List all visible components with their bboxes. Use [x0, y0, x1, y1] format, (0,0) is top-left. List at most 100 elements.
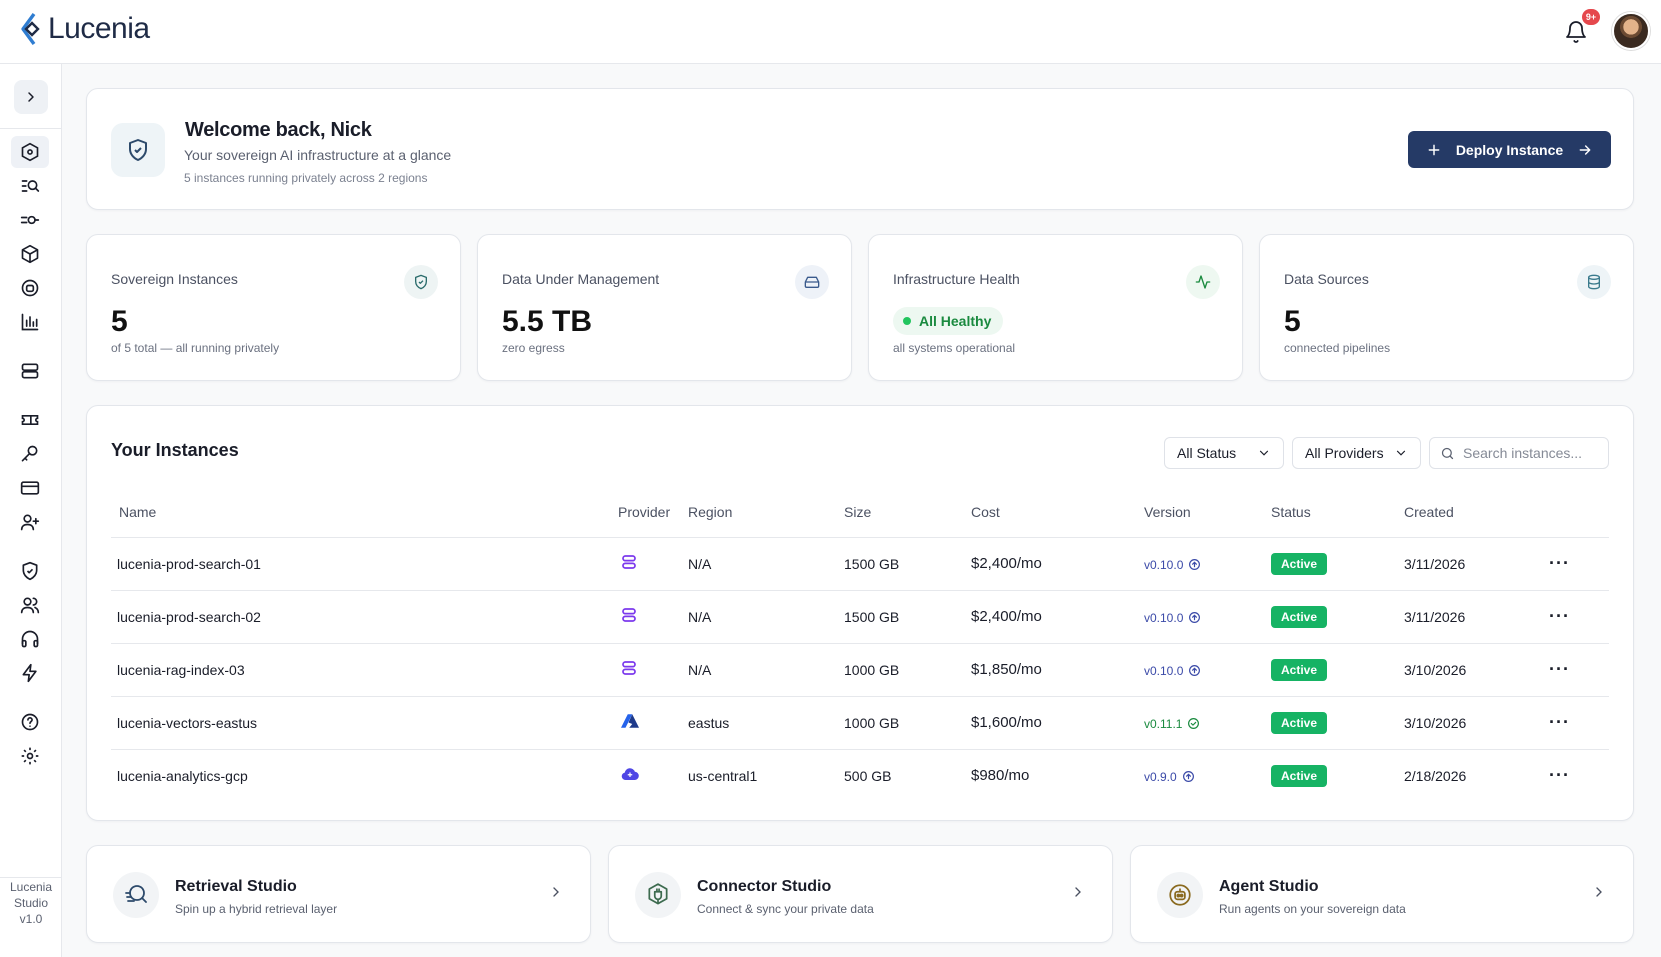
stat-label: Infrastructure Health: [893, 271, 1020, 287]
sidebar-item-pipelines[interactable]: [17, 207, 43, 233]
version-cell: v0.10.0: [1144, 590, 1271, 644]
sidebar-item-security[interactable]: [17, 558, 43, 584]
column-header[interactable]: Size: [844, 488, 971, 538]
size: 1000 GB: [844, 643, 971, 697]
table-row[interactable]: lucenia-vectors-eastus eastus 1000 GB $1…: [111, 696, 1609, 750]
instance-search[interactable]: [1429, 437, 1609, 469]
provider-cell: [618, 696, 688, 750]
sidebar-item-team[interactable]: [17, 592, 43, 618]
avatar[interactable]: [1612, 12, 1650, 50]
top-bar: Lucenia 9+: [0, 0, 1661, 64]
lucenia-icon: [622, 661, 636, 675]
search-icon: [1441, 447, 1454, 459]
studio-subtitle: Run agents on your sovereign data: [1219, 902, 1406, 916]
sidebar-item-models[interactable]: [17, 241, 43, 267]
provider-cell: [618, 643, 688, 697]
activity-icon: [1186, 265, 1220, 299]
region: us-central1: [688, 767, 758, 784]
database-icon: [1577, 265, 1611, 299]
sidebar-item-settings[interactable]: [17, 743, 43, 769]
provider-filter-select[interactable]: All Providers: [1292, 437, 1421, 469]
sidebar-item-invite[interactable]: [17, 509, 43, 535]
version-cell: v0.10.0: [1144, 643, 1271, 697]
deploy-instance-button[interactable]: Deploy Instance: [1408, 131, 1611, 168]
version-tag[interactable]: v0.10.0: [1144, 558, 1201, 572]
column-header[interactable]: Provider: [618, 488, 688, 538]
column-header[interactable]: Cost: [971, 488, 1144, 538]
arrow-right-icon: [1579, 144, 1591, 155]
gcp-icon: [621, 768, 639, 781]
sidebar-expand-button[interactable]: [14, 80, 48, 114]
row-actions-cell: ···: [1549, 537, 1609, 591]
column-header[interactable]: Status: [1271, 488, 1404, 538]
created: 3/10/2026: [1404, 643, 1549, 697]
sidebar-item-help[interactable]: [17, 709, 43, 735]
chevron-right-icon: [28, 92, 34, 102]
column-header[interactable]: Created: [1404, 488, 1549, 538]
instance-name[interactable]: lucenia-analytics-gcp: [111, 749, 618, 802]
column-header[interactable]: Name: [111, 488, 618, 538]
welcome-note: 5 instances running privately across 2 r…: [184, 171, 428, 185]
table-row[interactable]: lucenia-rag-index-03 N/A 1000 GB $1,850/…: [111, 643, 1609, 697]
status-badge: Active: [1271, 605, 1328, 628]
table-row[interactable]: lucenia-analytics-gcp us-central1 500 GB…: [111, 749, 1609, 802]
studio-title: Agent Studio: [1219, 878, 1319, 895]
bell-icon[interactable]: [1564, 20, 1588, 44]
status-filter-select[interactable]: All Status: [1164, 437, 1284, 469]
version-text: v0.10.0: [1144, 557, 1184, 572]
sidebar-item-dashboard[interactable]: [11, 136, 49, 168]
instances-card: Your Instances All Status All Providers …: [86, 405, 1634, 821]
column-header[interactable]: Version: [1144, 488, 1271, 538]
created: 3/11/2026: [1404, 537, 1549, 591]
sidebar-item-search[interactable]: [17, 173, 43, 199]
zap-icon: [22, 663, 37, 683]
more-actions-icon[interactable]: ···: [1549, 765, 1570, 785]
studio-card-agent[interactable]: Agent Studio Run agents on your sovereig…: [1130, 845, 1634, 943]
server-icon: [21, 363, 39, 379]
instances-table: Name Provider Region Size Cost Version S…: [111, 488, 1609, 802]
health-status-pill: All Healthy: [893, 307, 1004, 335]
stat-label: Data Under Management: [502, 271, 660, 287]
user-plus-icon: [20, 514, 40, 531]
studio-card-connector[interactable]: Connector Studio Connect & sync your pri…: [608, 845, 1113, 943]
instance-name[interactable]: lucenia-rag-index-03: [111, 643, 618, 697]
app-name: Lucenia: [48, 12, 150, 45]
check-circle-icon: [1188, 718, 1200, 729]
sidebar-footer: Lucenia Studio v1.0: [0, 879, 62, 927]
version-cell: v0.10.0: [1144, 537, 1271, 591]
version-tag[interactable]: v0.10.0: [1144, 611, 1201, 625]
sidebar-item-api-keys[interactable]: [17, 441, 43, 467]
stat-value: 5.5 TB: [502, 305, 593, 338]
table-row[interactable]: lucenia-prod-search-02 N/A 1500 GB $2,40…: [111, 590, 1609, 644]
lucenia-icon: [622, 608, 636, 622]
sidebar-item-agents[interactable]: [17, 275, 43, 301]
table-row[interactable]: lucenia-prod-search-01 N/A 1500 GB $2,40…: [111, 537, 1609, 591]
sidebar-item-analytics[interactable]: [17, 309, 43, 335]
more-actions-icon[interactable]: ···: [1549, 659, 1570, 679]
sidebar-item-support[interactable]: [17, 626, 43, 652]
sidebar-item-servers[interactable]: [17, 358, 43, 384]
more-actions-icon[interactable]: ···: [1549, 553, 1570, 573]
search-input[interactable]: [1463, 445, 1593, 461]
sidebar-item-tickets[interactable]: [17, 407, 43, 433]
more-actions-icon[interactable]: ···: [1549, 712, 1570, 732]
sidebar-item-billing[interactable]: [17, 475, 43, 501]
column-header[interactable]: Region: [688, 488, 844, 538]
studio-card-retrieval[interactable]: Retrieval Studio Spin up a hybrid retrie…: [86, 845, 591, 943]
sidebar-item-integrations[interactable]: [17, 660, 43, 686]
status-cell: Active: [1271, 749, 1404, 802]
pipeline-icon: [20, 215, 40, 225]
instance-name[interactable]: lucenia-prod-search-02: [111, 590, 618, 644]
instance-name[interactable]: lucenia-prod-search-01: [111, 537, 618, 591]
instance-name[interactable]: lucenia-vectors-eastus: [111, 696, 618, 750]
version-tag[interactable]: v0.10.0: [1144, 664, 1201, 678]
provider-cell: [618, 590, 688, 644]
app-logo[interactable]: Lucenia: [20, 12, 150, 46]
version-tag[interactable]: v0.9.0: [1144, 770, 1195, 784]
welcome-subtitle: Your sovereign AI infrastructure at a gl…: [184, 147, 452, 163]
more-actions-icon[interactable]: ···: [1549, 606, 1570, 626]
health-status-text: All Healthy: [919, 313, 992, 329]
version-tag[interactable]: v0.11.1: [1144, 717, 1200, 731]
stat-card-sources: Data Sources 5 connected pipelines: [1259, 234, 1634, 381]
provider-cell: [618, 537, 688, 591]
